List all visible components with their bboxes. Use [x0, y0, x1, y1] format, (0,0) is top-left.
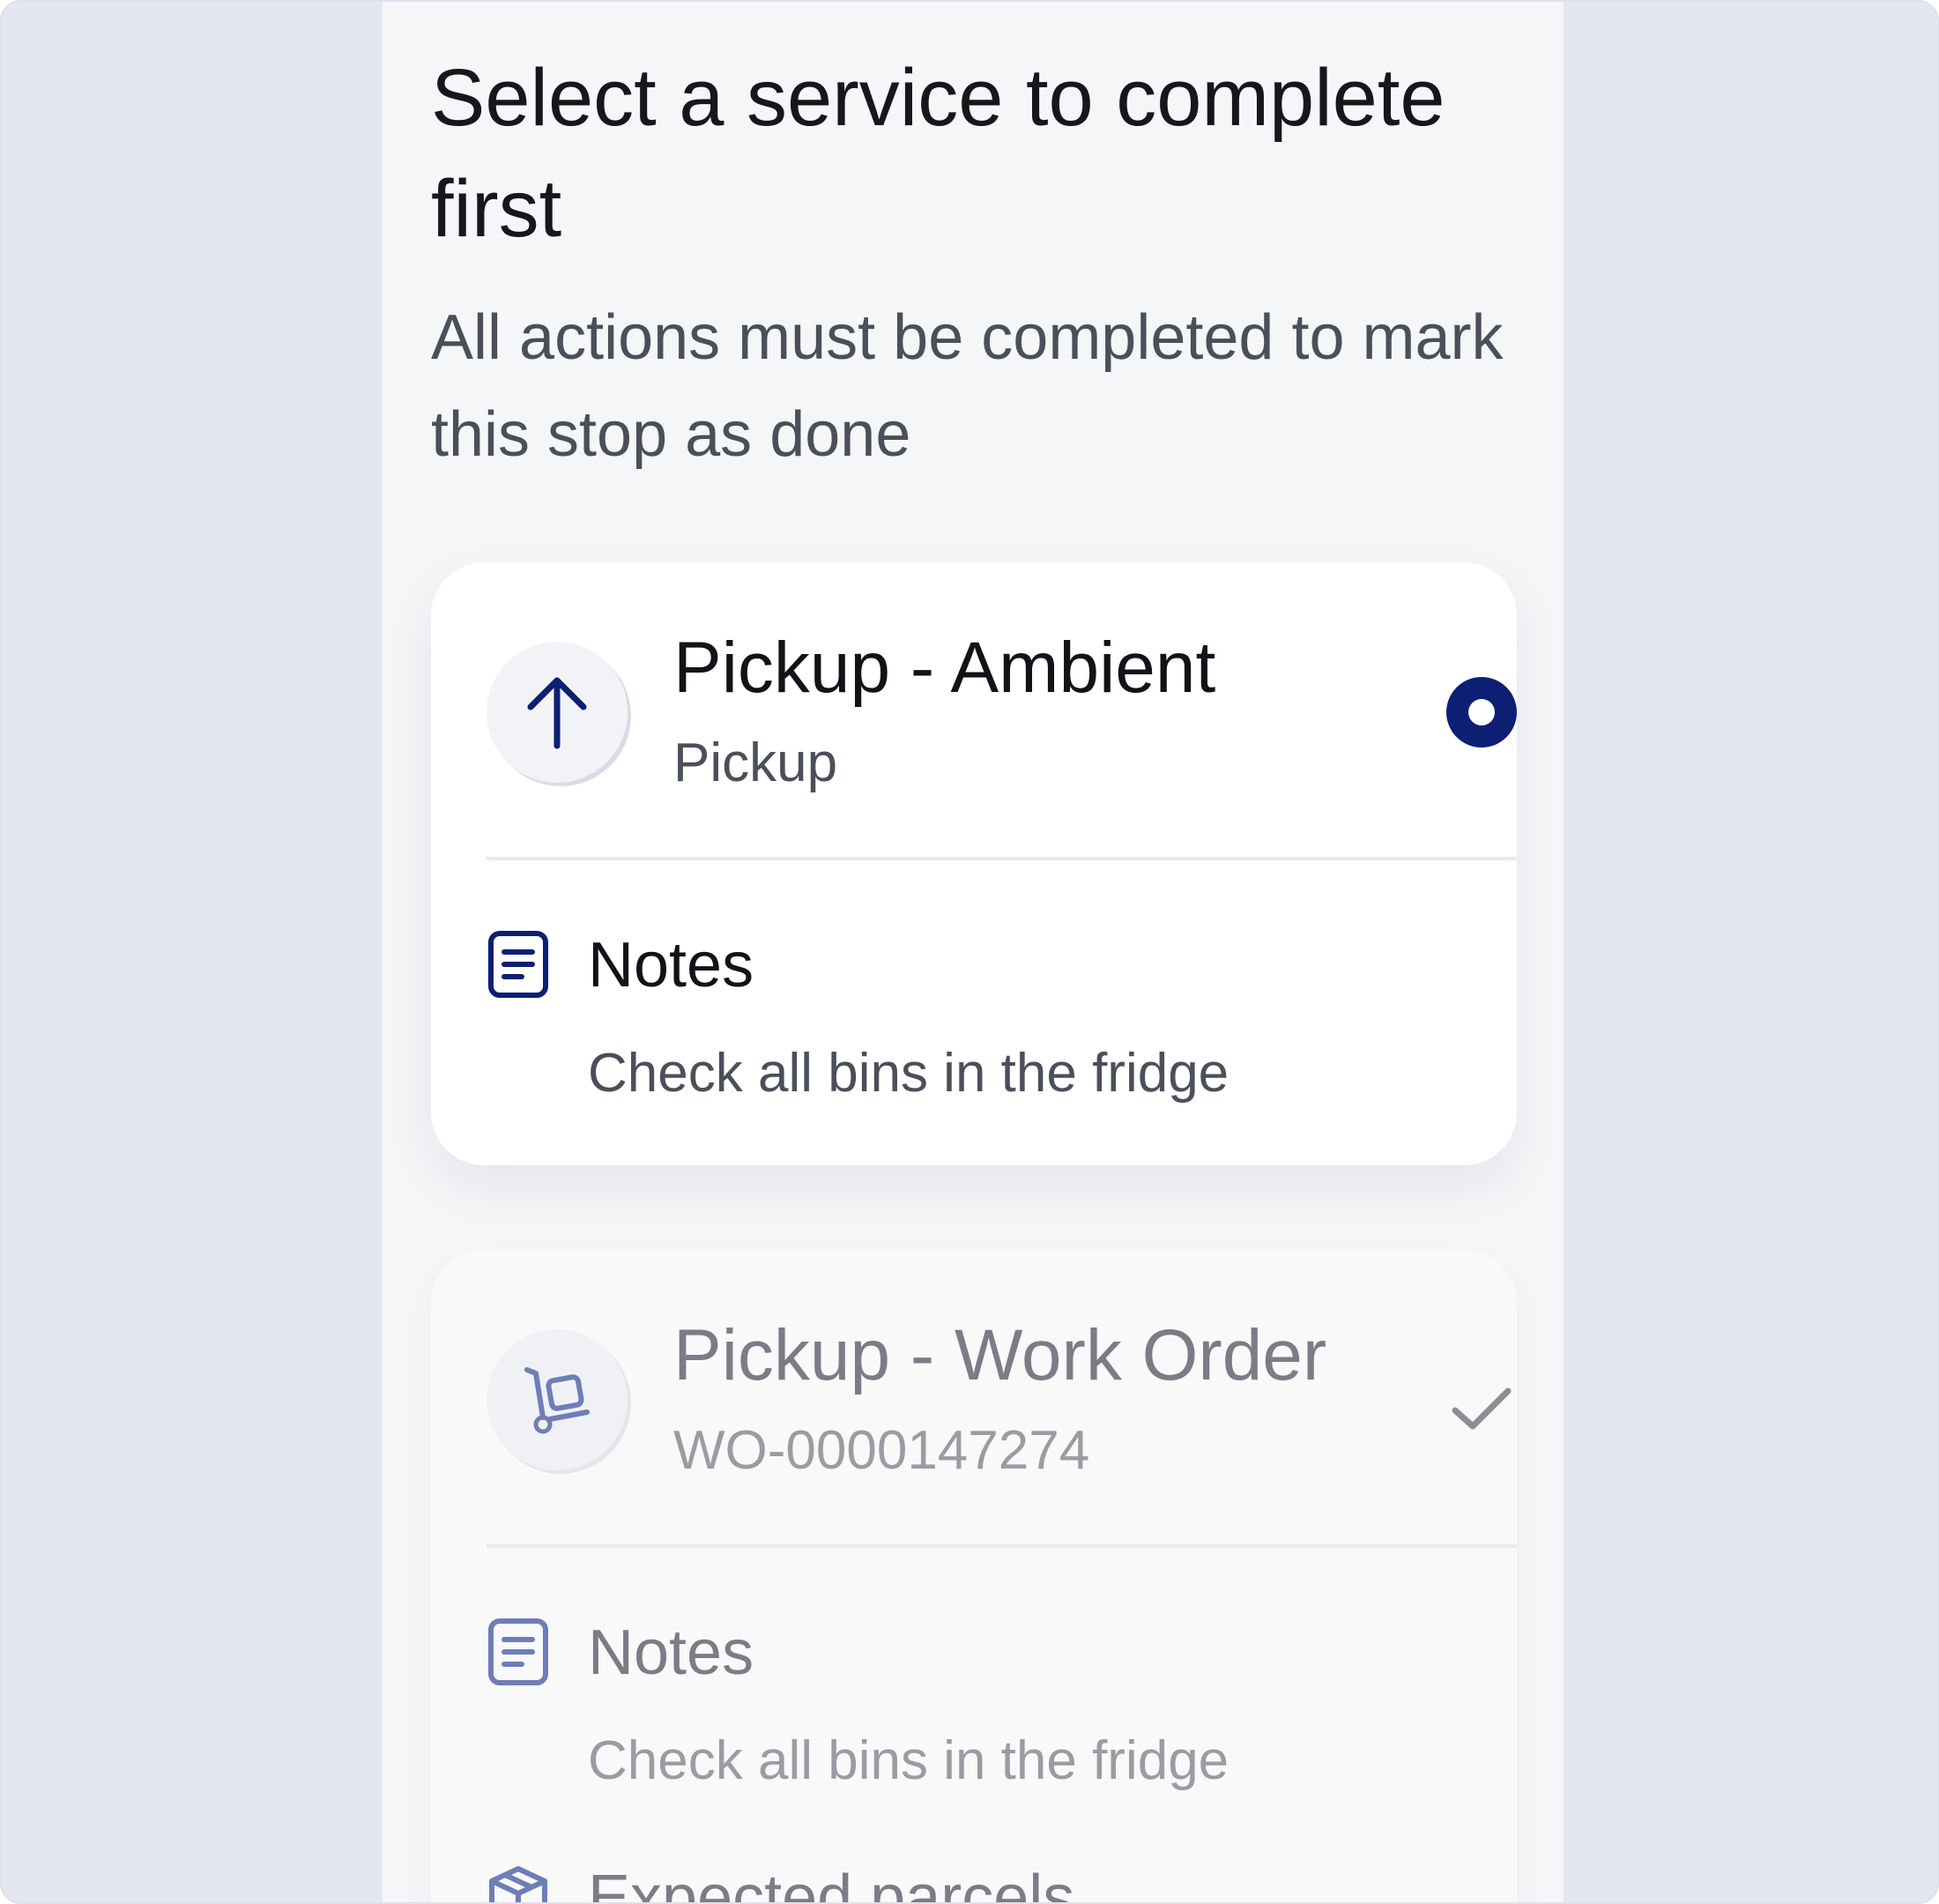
service-selection-panel: Select a service to complete first All a… — [383, 2, 1564, 1904]
notes-icon — [488, 931, 548, 998]
expected-parcels-label: Expected parcels — [588, 1863, 1075, 1904]
notes-text: Check all bins in the fridge — [588, 1730, 1230, 1791]
arrow-up-icon — [527, 677, 587, 749]
package-icon — [489, 1866, 547, 1902]
card-divider — [487, 857, 1517, 860]
service-title: Pickup - Work Order — [673, 1315, 1327, 1395]
service-icon-container — [487, 1329, 628, 1470]
radio-dot — [1468, 699, 1495, 725]
page-subtitle: All actions must be completed to mark th… — [431, 302, 1504, 470]
service-card-pickup-work-order[interactable]: Pickup - Work Order WO-0000147274 Notes … — [431, 1250, 1517, 1904]
notes-label: Notes — [588, 930, 754, 1000]
notes-icon — [488, 1618, 548, 1685]
service-card-pickup-ambient[interactable]: Pickup - Ambient Pickup Notes Check all … — [431, 562, 1517, 1165]
hand-truck-icon — [524, 1367, 590, 1434]
service-title: Pickup - Ambient — [673, 628, 1216, 708]
notes-label: Notes — [588, 1618, 754, 1688]
selected-radio-button[interactable] — [1446, 677, 1517, 747]
card-divider — [487, 1544, 1517, 1548]
check-icon — [1452, 1387, 1512, 1430]
notes-text: Check all bins in the fridge — [588, 1043, 1230, 1104]
service-subtitle: WO-0000147274 — [673, 1420, 1090, 1481]
service-icon-container — [487, 642, 628, 783]
page-title: Select a service to complete first — [431, 53, 1445, 254]
service-subtitle: Pickup — [673, 733, 838, 793]
app-frame: Select a service to complete first All a… — [0, 0, 1939, 1904]
